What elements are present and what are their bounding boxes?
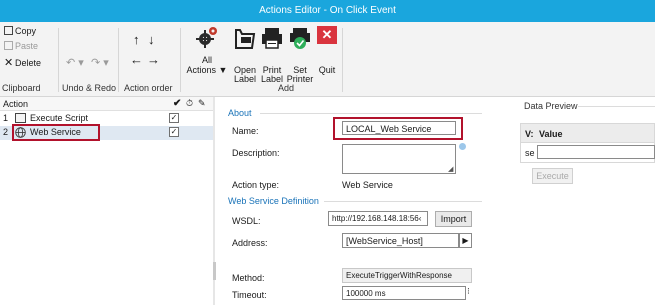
move-left-button[interactable]: ← [130, 52, 143, 67]
about-section-title: About [228, 108, 252, 118]
data-preview-divider [578, 106, 655, 107]
value-column-header: Value [539, 129, 563, 139]
undo-icon: ↶ ▾ [66, 57, 84, 69]
play-arrow-icon: ▶ [462, 236, 469, 245]
action-label: Execute Script [30, 113, 89, 123]
copy-label: Copy [15, 26, 37, 36]
value-input[interactable] [537, 145, 655, 159]
arrow-up-icon: ↑ [133, 32, 140, 47]
web-service-section-divider [324, 201, 482, 202]
enabled-checkbox[interactable]: ✓ [169, 113, 179, 123]
close-icon: ✕ [317, 26, 337, 44]
print-label-button[interactable]: Print Label [258, 24, 286, 84]
redo-button[interactable]: ↷ ▾ [91, 56, 109, 69]
data-preview-pane: Data Preview V: Value se Execute [516, 97, 655, 305]
action-list-pane: Action ✔ ⏱ ✎ 1 Execute Script ✓ 2 Web Se… [0, 97, 213, 305]
set-printer-button[interactable]: Set Printer [286, 24, 314, 84]
arrow-right-icon: → [147, 52, 160, 67]
preview-table-header: V: Value [520, 123, 655, 143]
web-service-highlight [12, 124, 100, 141]
ribbon: Copy Paste ✕ Delete Clipboard ↶ ▾ ↷ ▾ Und… [0, 22, 655, 97]
execute-button[interactable]: Execute [532, 168, 573, 184]
paste-icon [4, 41, 13, 50]
action-list-header: Action ✔ ⏱ ✎ [0, 97, 213, 111]
action-type-label: Action type: [232, 180, 280, 190]
method-label: Method: [232, 273, 265, 283]
action-order-group-label: Action order [124, 83, 173, 93]
description-textarea[interactable] [342, 144, 456, 174]
preview-table-row: se [520, 143, 655, 163]
name-label: Name: [232, 126, 259, 136]
clipboard-group-label: Clipboard [2, 83, 41, 93]
all-actions-label-1: All [201, 55, 212, 65]
variable-name: se [525, 148, 535, 158]
wsdl-input[interactable]: http://192.168.148.18:56‹ [328, 211, 428, 226]
address-input[interactable]: [WebService_Host] [342, 233, 459, 248]
title-bar: Actions Editor - On Click Event [0, 0, 655, 22]
address-expand-button[interactable]: ▶ [459, 233, 472, 248]
ribbon-divider [342, 28, 343, 92]
variable-column-header: V: [525, 129, 534, 139]
script-icon [15, 113, 26, 123]
paste-label: Paste [15, 41, 39, 51]
resize-grip-icon: ◢ [448, 166, 454, 173]
delete-label: Delete [15, 58, 42, 68]
move-down-button[interactable]: ↓ [148, 32, 155, 47]
redo-icon: ↷ ▾ [91, 57, 109, 69]
timeout-label: Timeout: [232, 290, 267, 300]
quit-button[interactable]: ✕ Quit [314, 24, 340, 80]
undo-button[interactable]: ↶ ▾ [66, 56, 84, 69]
ribbon-divider [118, 28, 119, 92]
set-printer-icon [290, 28, 310, 49]
window-title: Actions Editor - On Click Event [259, 5, 396, 16]
arrow-left-icon: ← [130, 52, 143, 67]
row-index: 1 [3, 113, 9, 123]
add-group-label: Add [278, 83, 295, 93]
import-button[interactable]: Import [435, 211, 472, 227]
copy-button[interactable]: Copy [4, 26, 36, 36]
info-icon[interactable] [459, 143, 466, 150]
move-up-button[interactable]: ↑ [133, 32, 140, 47]
copy-icon [4, 26, 13, 35]
printer-icon [262, 28, 282, 49]
web-service-section-title: Web Service Definition [228, 196, 319, 206]
timer-column-icon[interactable]: ⏱ [186, 98, 193, 109]
data-preview-title: Data Preview [524, 101, 578, 111]
row-index: 2 [3, 127, 9, 137]
wsdl-label: WSDL: [232, 216, 261, 226]
about-section-divider [260, 113, 482, 114]
ribbon-divider [180, 28, 181, 92]
timeout-spin-icon[interactable]: ⁝ [467, 286, 470, 297]
ribbon-divider [58, 28, 59, 92]
delete-icon: ✕ [4, 57, 14, 69]
method-select[interactable]: ExecuteTriggerWithResponse [342, 268, 472, 283]
gear-icon [196, 27, 217, 48]
arrow-down-icon: ↓ [148, 32, 155, 47]
enabled-column-icon[interactable]: ✔ [173, 98, 181, 109]
all-actions-button[interactable]: All Actions ▼ [184, 24, 230, 80]
action-properties-form: About Name: LOCAL_Web Service Descriptio… [216, 97, 516, 305]
quit-label: Quit [318, 65, 336, 75]
paste-button[interactable]: Paste [4, 41, 38, 51]
delete-button[interactable]: ✕ Delete [4, 56, 41, 69]
description-label: Description: [232, 148, 280, 158]
enabled-checkbox[interactable]: ✓ [169, 127, 179, 137]
action-type-value: Web Service [342, 180, 393, 190]
edit-column-icon[interactable]: ✎ [198, 98, 206, 109]
open-label-text-2: Label [233, 74, 257, 84]
all-actions-label-2: Actions ▼ [186, 65, 228, 75]
timeout-input[interactable]: 100000 ms [342, 286, 466, 300]
action-column-header: Action [3, 99, 29, 109]
name-highlight [333, 117, 463, 140]
move-right-button[interactable]: → [147, 52, 160, 67]
address-label: Address: [232, 238, 268, 248]
open-label-button[interactable]: Open Label [232, 24, 258, 84]
undo-redo-group-label: Undo & Redo [62, 83, 117, 93]
open-label-icon [235, 29, 256, 49]
